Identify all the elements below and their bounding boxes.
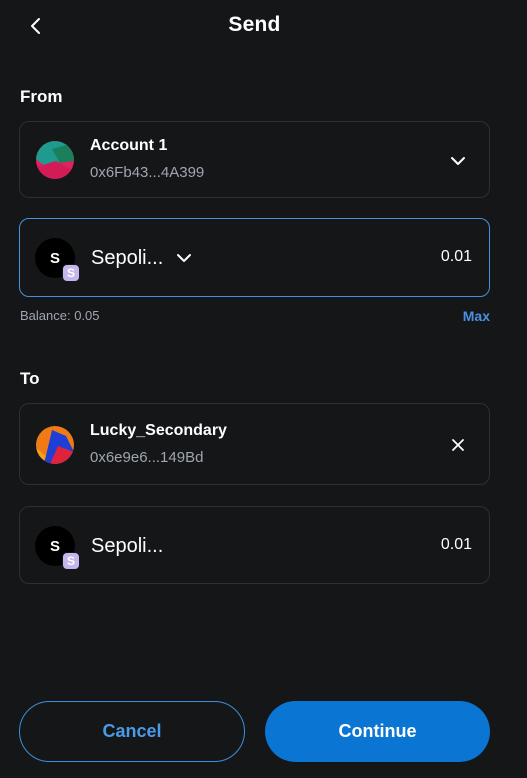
amount-input[interactable]: 0.01 bbox=[441, 248, 472, 266]
close-icon bbox=[452, 439, 464, 451]
network-badge: S bbox=[62, 264, 80, 282]
to-account-address: 0x6e9e6...149Bd bbox=[90, 449, 204, 466]
from-account-address: 0x6Fb43...4A399 bbox=[90, 164, 205, 181]
from-label: From bbox=[20, 87, 63, 106]
from-account-name: Account 1 bbox=[90, 137, 168, 154]
asset-picker-dropdown[interactable] bbox=[174, 248, 194, 268]
to-account-name: Lucky_Secondary bbox=[90, 422, 227, 439]
to-account-field[interactable]: Lucky_Secondary 0x6e9e6...149Bd bbox=[19, 403, 490, 485]
from-account-avatar bbox=[36, 141, 74, 179]
received-amount: 0.01 bbox=[440, 536, 472, 553]
max-button[interactable]: Max bbox=[463, 308, 490, 324]
from-account-selector[interactable]: Account 1 0x6Fb43...4A399 bbox=[19, 121, 490, 198]
send-screen: Send From Account 1 0x6Fb43...4A399 S S … bbox=[0, 0, 527, 778]
from-asset-name[interactable]: Sepoli... bbox=[91, 247, 163, 270]
cancel-button[interactable]: Cancel bbox=[19, 701, 245, 762]
to-asset-field: S S Sepoli... 0.01 bbox=[19, 506, 490, 584]
to-label: To bbox=[20, 369, 40, 388]
header: Send bbox=[0, 0, 527, 52]
balance-text: Balance: 0.05 bbox=[20, 308, 100, 323]
to-account-avatar bbox=[36, 426, 74, 464]
from-asset-amount-field[interactable]: S S Sepoli... 0.01 bbox=[19, 218, 490, 297]
network-badge: S bbox=[62, 552, 80, 570]
from-account-dropdown[interactable] bbox=[448, 151, 468, 171]
chevron-down-icon bbox=[177, 254, 191, 262]
clear-recipient-button[interactable] bbox=[448, 435, 468, 455]
chevron-down-icon bbox=[451, 157, 465, 165]
to-asset-name: Sepoli... bbox=[91, 535, 164, 557]
page-title: Send bbox=[228, 13, 281, 36]
continue-button[interactable]: Continue bbox=[265, 701, 490, 762]
